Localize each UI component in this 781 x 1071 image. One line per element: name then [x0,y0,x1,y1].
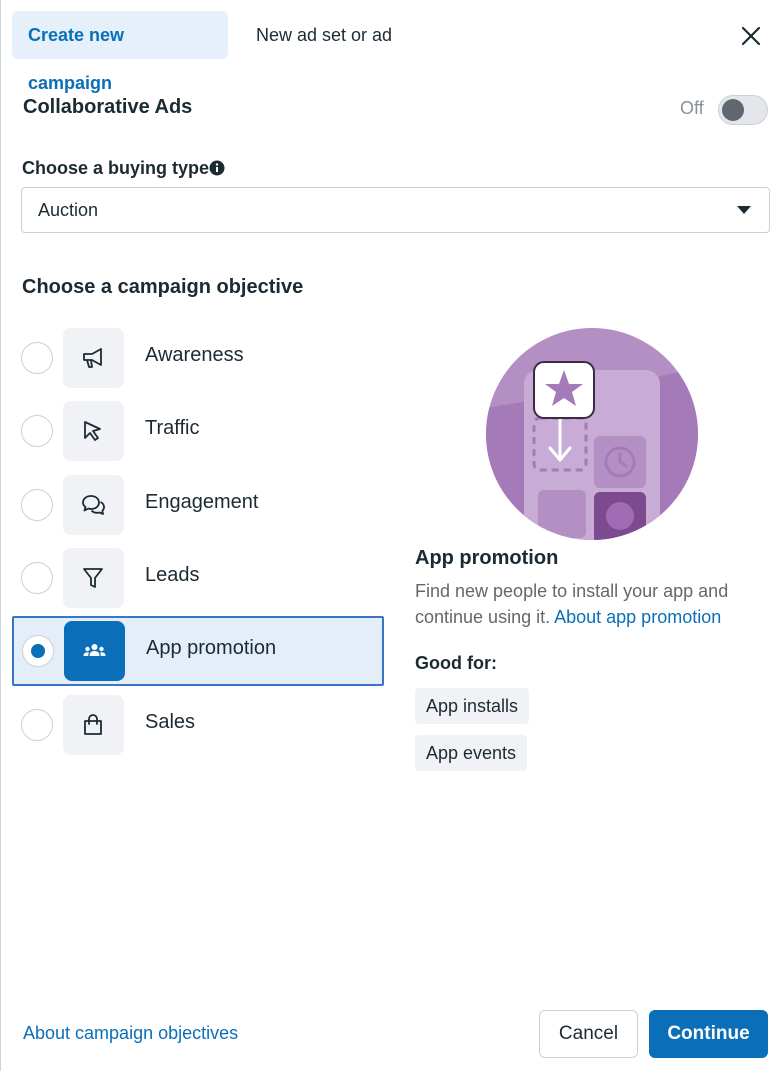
objective-label: Sales [145,711,196,733]
objective-option-leads[interactable]: Leads [12,543,384,613]
radio-button[interactable] [21,489,53,521]
radio-button[interactable] [21,709,53,741]
tab-new-ad-set-or-ad[interactable]: New ad set or ad [240,11,408,59]
objective-option-engagement[interactable]: Engagement [12,470,384,540]
objective-label: Engagement [145,491,259,513]
objective-icon-tile [64,621,125,681]
radio-button[interactable] [21,415,53,447]
objective-label: App promotion [146,637,277,659]
people-icon [83,644,106,656]
continue-button[interactable]: Continue [649,1010,768,1058]
objective-option-sales[interactable]: Sales [12,690,384,760]
objective-icon-tile [63,328,124,388]
cancel-button[interactable]: Cancel [539,1010,638,1058]
toggle-state-label: Off [680,98,704,118]
good-for-label: Good for: [415,653,497,673]
objective-detail-title: App promotion [415,547,559,569]
cursor-icon [84,421,101,441]
caret-down-icon [737,206,751,214]
buying-type-label: Choose a buying type [22,158,210,178]
radio-dot [31,644,45,658]
buying-type-select[interactable]: Auction [21,187,770,233]
chat-bubbles-icon [82,495,105,515]
app-promotion-illustration [486,328,698,540]
objective-label: Traffic [145,417,200,439]
about-campaign-objectives-link[interactable]: About campaign objectives [23,1023,238,1044]
tab-create-new-campaign[interactable]: Create new campaign [12,11,228,93]
objective-label: Leads [145,564,200,586]
objective-option-app-promotion[interactable]: App promotion [12,616,384,686]
objective-option-traffic[interactable]: Traffic [12,396,384,466]
campaign-objective-title: Choose a campaign objective [22,276,304,298]
radio-button[interactable] [21,342,53,374]
radio-button[interactable] [21,562,53,594]
toggle-knob [722,99,744,121]
funnel-icon [83,568,103,588]
radio-button-selected[interactable] [22,635,54,667]
megaphone-icon [83,348,102,368]
good-for-chip: App events [415,735,528,771]
objective-icon-tile [63,401,124,461]
shopping-bag-icon [84,714,102,735]
objective-detail-description: Find new people to install your app and … [415,578,765,630]
objective-icon-tile [63,475,124,535]
buying-type-value: Auction [38,200,99,220]
close-button[interactable] [737,22,765,50]
about-app-promotion-link[interactable]: About app promotion [554,607,721,627]
close-icon [741,26,761,46]
collaborative-ads-toggle[interactable] [718,95,768,125]
create-campaign-dialog: Create new campaign New ad set or ad Col… [0,0,781,1071]
objective-icon-tile [63,695,124,755]
objective-icon-tile [63,548,124,608]
info-icon[interactable] [209,160,225,176]
objective-label: Awareness [145,344,244,366]
collaborative-ads-title: Collaborative Ads [23,96,193,118]
good-for-chip: App installs [415,688,530,724]
objective-option-awareness[interactable]: Awareness [12,323,384,393]
